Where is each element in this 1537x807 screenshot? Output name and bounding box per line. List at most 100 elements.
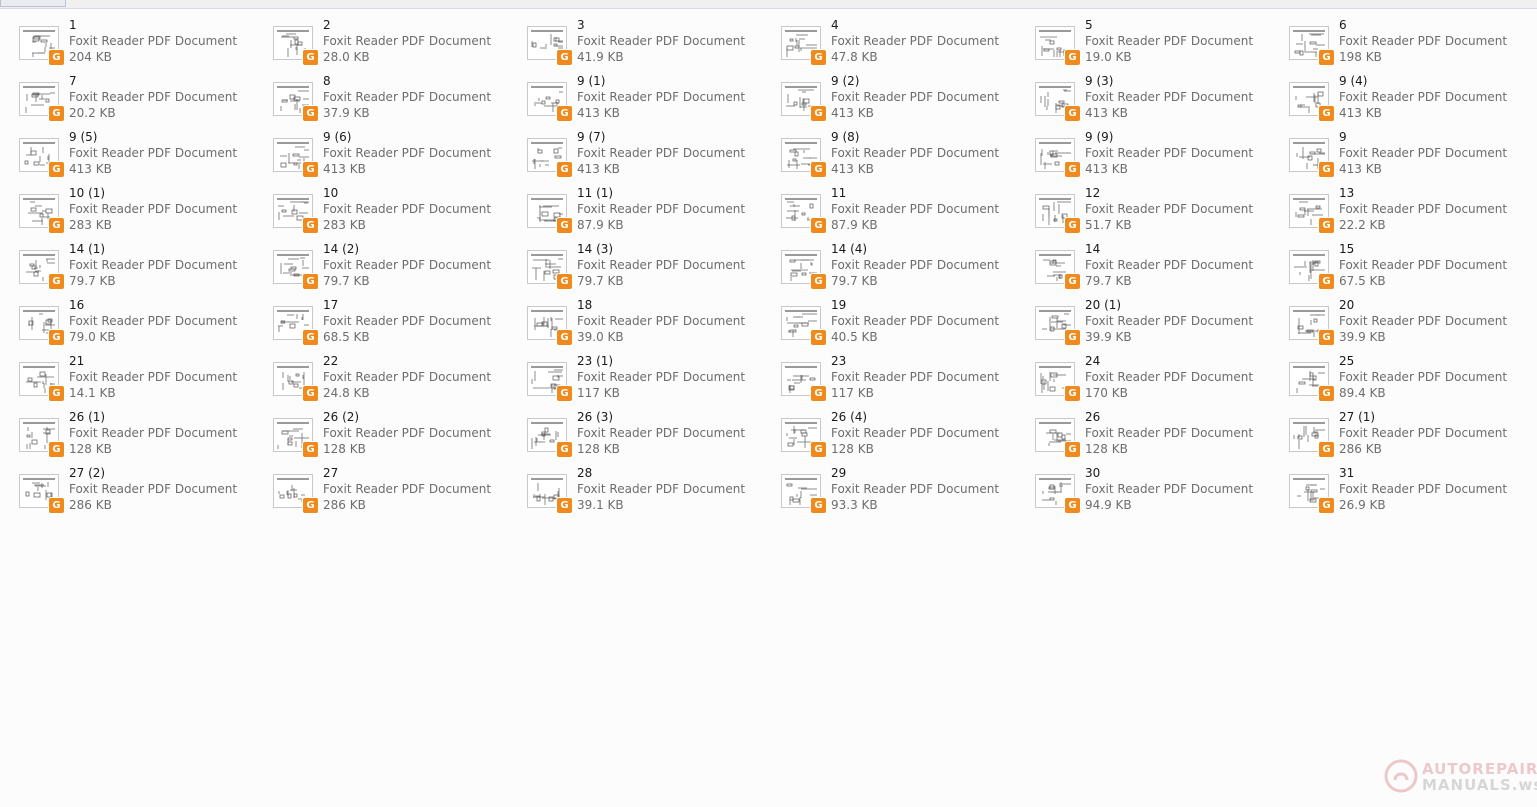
file-item[interactable]: G 20 Foxit Reader PDF Document 39.9 KB	[1286, 296, 1537, 352]
file-size: 170 KB	[1085, 386, 1128, 400]
file-name: 28	[577, 466, 593, 480]
file-item[interactable]: G 27 (2) Foxit Reader PDF Document 286 K…	[16, 464, 270, 520]
file-item[interactable]: G 8 Foxit Reader PDF Document 37.9 KB	[270, 72, 524, 128]
file-name: 14	[1085, 242, 1101, 256]
file-size: 413 KB	[577, 162, 620, 176]
file-item[interactable]: G 9 (5) Foxit Reader PDF Document 413 KB	[16, 128, 270, 184]
file-item[interactable]: G 17 Foxit Reader PDF Document 68.5 KB	[270, 296, 524, 352]
file-name: 27	[323, 466, 339, 480]
file-name: 27 (2)	[69, 466, 106, 480]
file-item[interactable]: G 9 (6) Foxit Reader PDF Document 413 KB	[270, 128, 524, 184]
foxit-badge-icon: G	[303, 274, 318, 289]
file-item[interactable]: G 16 Foxit Reader PDF Document 79.0 KB	[16, 296, 270, 352]
file-item[interactable]: G 30 Foxit Reader PDF Document 94.9 KB	[1032, 464, 1286, 520]
file-type: Foxit Reader PDF Document	[831, 314, 1000, 328]
file-item[interactable]: G 19 Foxit Reader PDF Document 40.5 KB	[778, 296, 1032, 352]
foxit-badge-icon: G	[811, 162, 826, 177]
file-name: 9 (6)	[323, 130, 352, 144]
foxit-badge-icon: G	[1065, 106, 1080, 121]
file-item[interactable]: G 14 (1) Foxit Reader PDF Document 79.7 …	[16, 240, 270, 296]
file-item[interactable]: G 9 (1) Foxit Reader PDF Document 413 KB	[524, 72, 778, 128]
file-size: 39.9 KB	[1085, 330, 1132, 344]
file-size: 40.5 KB	[831, 330, 878, 344]
file-item[interactable]: G 26 (2) Foxit Reader PDF Document 128 K…	[270, 408, 524, 464]
file-size: 51.7 KB	[1085, 218, 1132, 232]
file-item[interactable]: G 18 Foxit Reader PDF Document 39.0 KB	[524, 296, 778, 352]
file-size: 20.2 KB	[69, 106, 116, 120]
file-item[interactable]: G 5 Foxit Reader PDF Document 19.0 KB	[1032, 16, 1286, 72]
foxit-badge-icon: G	[1065, 386, 1080, 401]
file-item[interactable]: G 26 (1) Foxit Reader PDF Document 128 K…	[16, 408, 270, 464]
file-item[interactable]: G 20 (1) Foxit Reader PDF Document 39.9 …	[1032, 296, 1286, 352]
file-item[interactable]: G 26 (4) Foxit Reader PDF Document 128 K…	[778, 408, 1032, 464]
file-name: 9 (3)	[1085, 74, 1114, 88]
file-item[interactable]: G 14 (3) Foxit Reader PDF Document 79.7 …	[524, 240, 778, 296]
file-item[interactable]: G 23 (1) Foxit Reader PDF Document 117 K…	[524, 352, 778, 408]
file-item[interactable]: G 24 Foxit Reader PDF Document 170 KB	[1032, 352, 1286, 408]
foxit-badge-icon: G	[49, 330, 64, 345]
file-type: Foxit Reader PDF Document	[323, 370, 492, 384]
file-name: 29	[831, 466, 847, 480]
file-item[interactable]: G 29 Foxit Reader PDF Document 93.3 KB	[778, 464, 1032, 520]
file-type: Foxit Reader PDF Document	[1085, 426, 1254, 440]
file-item[interactable]: G 11 (1) Foxit Reader PDF Document 87.9 …	[524, 184, 778, 240]
file-item[interactable]: G 13 Foxit Reader PDF Document 22.2 KB	[1286, 184, 1537, 240]
file-item[interactable]: G 1 Foxit Reader PDF Document 204 KB	[16, 16, 270, 72]
file-item[interactable]: G 9 (7) Foxit Reader PDF Document 413 KB	[524, 128, 778, 184]
foxit-badge-icon: G	[557, 442, 572, 457]
file-item[interactable]: G 14 (4) Foxit Reader PDF Document 79.7 …	[778, 240, 1032, 296]
file-type: Foxit Reader PDF Document	[1339, 370, 1508, 384]
file-item[interactable]: G 9 (9) Foxit Reader PDF Document 413 KB	[1032, 128, 1286, 184]
foxit-badge-icon: G	[1319, 442, 1334, 457]
toolbar-tab[interactable]	[0, 0, 66, 7]
file-size: 94.9 KB	[1085, 498, 1132, 512]
file-item[interactable]: G 14 (2) Foxit Reader PDF Document 79.7 …	[270, 240, 524, 296]
file-item[interactable]: G 9 (8) Foxit Reader PDF Document 413 KB	[778, 128, 1032, 184]
file-item[interactable]: G 9 (2) Foxit Reader PDF Document 413 KB	[778, 72, 1032, 128]
file-name: 11 (1)	[577, 186, 614, 200]
file-size: 41.9 KB	[577, 50, 624, 64]
file-item[interactable]: G 4 Foxit Reader PDF Document 47.8 KB	[778, 16, 1032, 72]
file-item[interactable]: G 11 Foxit Reader PDF Document 87.9 KB	[778, 184, 1032, 240]
file-size: 24.8 KB	[323, 386, 370, 400]
file-item[interactable]: G 10 (1) Foxit Reader PDF Document 283 K…	[16, 184, 270, 240]
file-item[interactable]: G 9 (4) Foxit Reader PDF Document 413 KB	[1286, 72, 1537, 128]
foxit-badge-icon: G	[1065, 442, 1080, 457]
foxit-badge-icon: G	[49, 274, 64, 289]
file-item[interactable]: G 3 Foxit Reader PDF Document 41.9 KB	[524, 16, 778, 72]
file-type: Foxit Reader PDF Document	[1085, 370, 1254, 384]
file-type: Foxit Reader PDF Document	[1339, 258, 1508, 272]
file-name: 20	[1339, 298, 1355, 312]
file-item[interactable]: G 28 Foxit Reader PDF Document 39.1 KB	[524, 464, 778, 520]
file-item[interactable]: G 7 Foxit Reader PDF Document 20.2 KB	[16, 72, 270, 128]
file-item[interactable]: G 6 Foxit Reader PDF Document 198 KB	[1286, 16, 1537, 72]
foxit-badge-icon: G	[557, 106, 572, 121]
file-item[interactable]: G 10 Foxit Reader PDF Document 283 KB	[270, 184, 524, 240]
file-item[interactable]: G 27 (1) Foxit Reader PDF Document 286 K…	[1286, 408, 1537, 464]
file-item[interactable]: G 12 Foxit Reader PDF Document 51.7 KB	[1032, 184, 1286, 240]
file-item[interactable]: G 23 Foxit Reader PDF Document 117 KB	[778, 352, 1032, 408]
file-item[interactable]: G 14 Foxit Reader PDF Document 79.7 KB	[1032, 240, 1286, 296]
file-size: 128 KB	[577, 442, 620, 456]
foxit-badge-icon: G	[1319, 274, 1334, 289]
file-item[interactable]: G 26 (3) Foxit Reader PDF Document 128 K…	[524, 408, 778, 464]
file-item[interactable]: G 2 Foxit Reader PDF Document 28.0 KB	[270, 16, 524, 72]
file-item[interactable]: G 15 Foxit Reader PDF Document 67.5 KB	[1286, 240, 1537, 296]
file-size: 413 KB	[831, 162, 874, 176]
file-type: Foxit Reader PDF Document	[577, 426, 746, 440]
file-name: 21	[69, 354, 85, 368]
file-item[interactable]: G 9 Foxit Reader PDF Document 413 KB	[1286, 128, 1537, 184]
foxit-badge-icon: G	[557, 498, 572, 513]
file-item[interactable]: G 22 Foxit Reader PDF Document 24.8 KB	[270, 352, 524, 408]
file-item[interactable]: G 26 Foxit Reader PDF Document 128 KB	[1032, 408, 1286, 464]
file-item[interactable]: G 27 Foxit Reader PDF Document 286 KB	[270, 464, 524, 520]
file-item[interactable]: G 21 Foxit Reader PDF Document 14.1 KB	[16, 352, 270, 408]
file-name: 30	[1085, 466, 1101, 480]
foxit-badge-icon: G	[49, 442, 64, 457]
file-item[interactable]: G 9 (3) Foxit Reader PDF Document 413 KB	[1032, 72, 1286, 128]
file-item[interactable]: G 25 Foxit Reader PDF Document 89.4 KB	[1286, 352, 1537, 408]
file-size: 413 KB	[1339, 162, 1382, 176]
foxit-badge-icon: G	[557, 218, 572, 233]
file-item[interactable]: G 31 Foxit Reader PDF Document 26.9 KB	[1286, 464, 1537, 520]
file-type: Foxit Reader PDF Document	[323, 314, 492, 328]
